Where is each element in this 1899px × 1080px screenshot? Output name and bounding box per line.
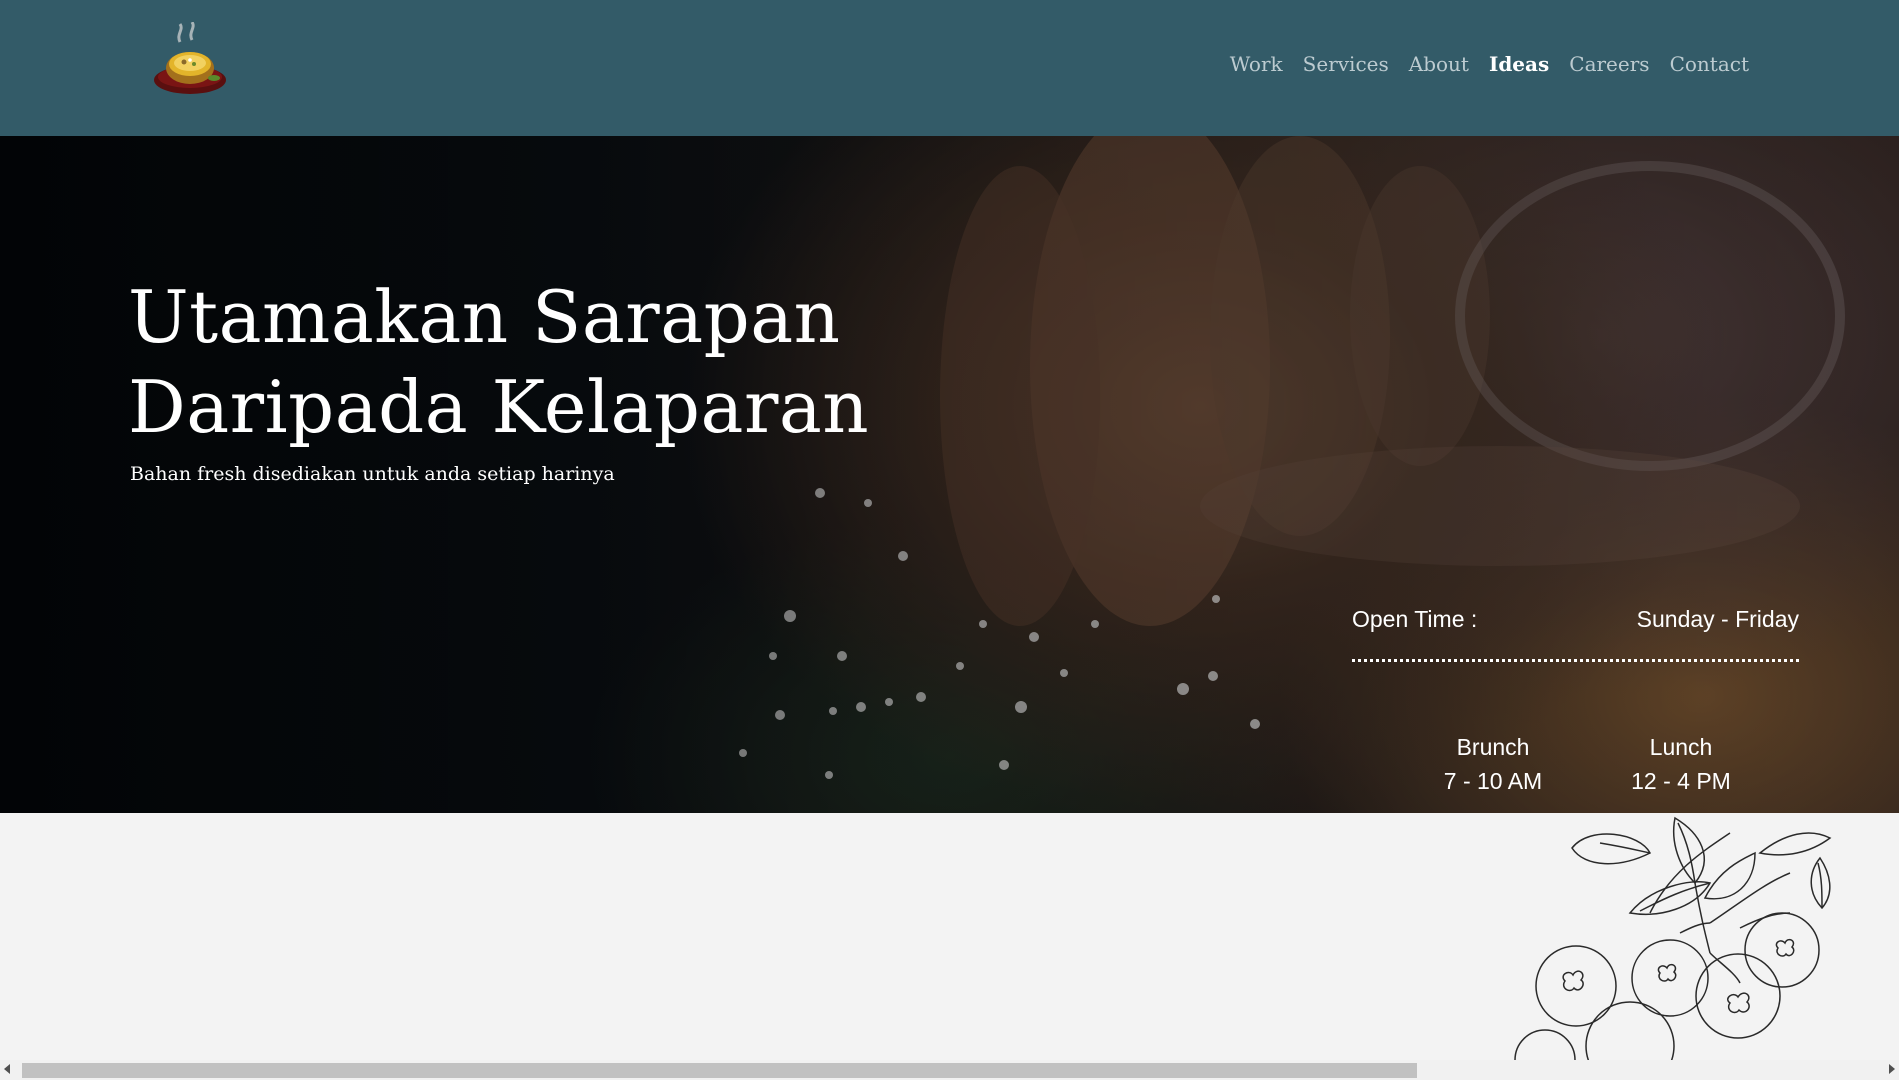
- nav-work[interactable]: Work: [1230, 52, 1283, 76]
- meal-time: 12 - 4 PM: [1631, 768, 1731, 794]
- meal-time: 7 - 10 AM: [1443, 768, 1543, 794]
- open-time-label: Open Time :: [1352, 606, 1478, 632]
- main-nav: Work Services About Ideas Careers Contac…: [1230, 52, 1749, 76]
- nav-about[interactable]: About: [1409, 52, 1469, 76]
- meal-name: Brunch: [1456, 734, 1530, 760]
- nav-careers[interactable]: Careers: [1569, 52, 1649, 76]
- scroll-right-arrow-icon[interactable]: [1889, 1064, 1895, 1074]
- hero-title-line-2: Daripada Kelaparan: [128, 365, 870, 449]
- nav-ideas[interactable]: Ideas: [1489, 52, 1549, 76]
- hero-section: Utamakan Sarapan Daripada Kelaparan Baha…: [0, 136, 1899, 813]
- meal-brunch: Brunch 7 - 10 AM: [1428, 730, 1558, 798]
- opening-hours-header: Open Time : Sunday - Friday: [1352, 606, 1799, 633]
- opening-hours: Open Time : Sunday - Friday Brunch 7 - 1…: [1352, 606, 1799, 794]
- logo-soup-bowl-icon[interactable]: [150, 21, 230, 100]
- hero-title-line-1: Utamakan Sarapan: [128, 275, 841, 359]
- scrollbar-thumb[interactable]: [22, 1063, 1417, 1078]
- nav-services[interactable]: Services: [1303, 52, 1389, 76]
- open-days: Sunday - Friday: [1636, 606, 1799, 632]
- meal-name: Lunch: [1649, 734, 1713, 760]
- berries-illustration-icon: [1514, 816, 1832, 1060]
- horizontal-scrollbar[interactable]: [0, 1060, 1899, 1080]
- nav-contact[interactable]: Contact: [1670, 52, 1749, 76]
- meal-lunch: Lunch 12 - 4 PM: [1616, 730, 1746, 798]
- hours-divider: [1352, 659, 1799, 662]
- hero-title: Utamakan Sarapan Daripada Kelaparan: [128, 272, 1028, 452]
- scroll-left-arrow-icon[interactable]: [4, 1064, 10, 1074]
- hero-subtitle: Bahan fresh disediakan untuk anda setiap…: [130, 463, 615, 485]
- site-header: Work Services About Ideas Careers Contac…: [0, 0, 1899, 136]
